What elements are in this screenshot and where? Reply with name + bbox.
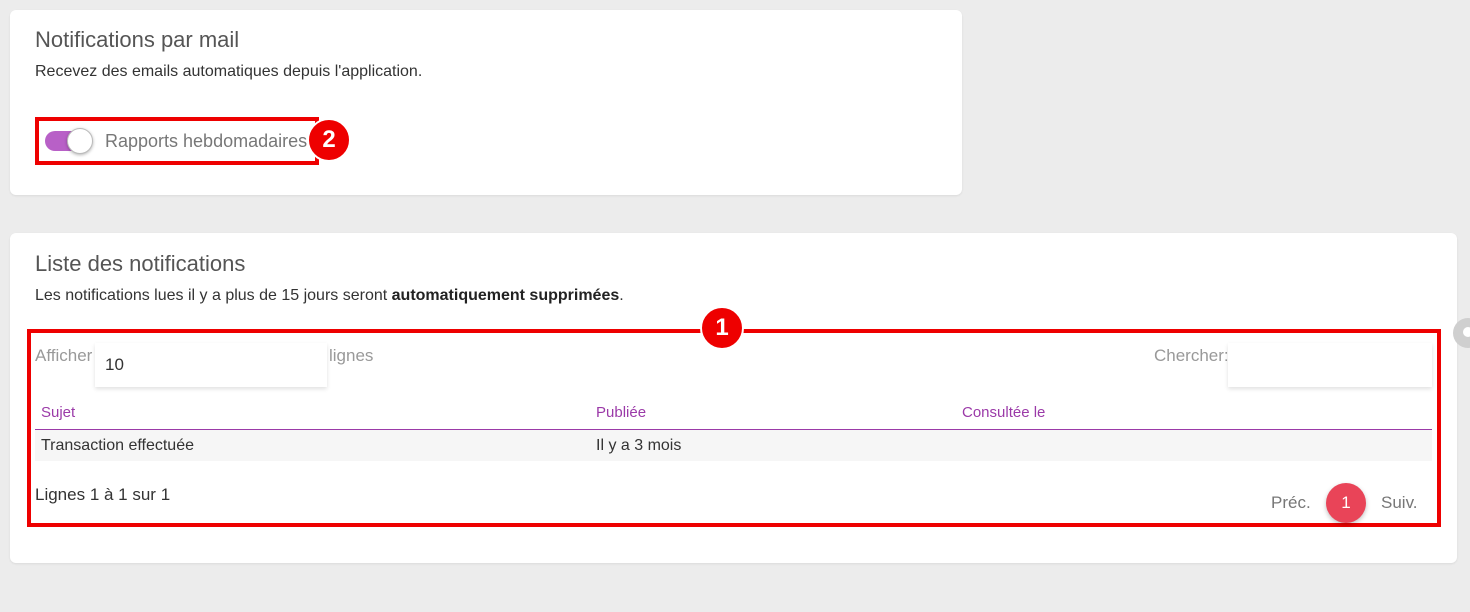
page-1-button[interactable]: 1 [1326, 483, 1366, 523]
table-row[interactable] [35, 430, 1432, 461]
annotation-box-2 [35, 117, 319, 165]
cell-published: Il y a 3 mois [596, 437, 682, 454]
list-card-title: Liste des notifications [35, 251, 246, 276]
column-header-published[interactable]: Publiée [596, 404, 646, 421]
search-label: Chercher: [1154, 346, 1229, 365]
previous-page-button[interactable]: Préc. [1271, 493, 1311, 513]
column-header-viewed[interactable]: Consultée le [962, 404, 1045, 421]
search-input[interactable] [1228, 343, 1432, 387]
next-page-button[interactable]: Suiv. [1381, 493, 1418, 513]
annotation-marker-2: 2 [307, 118, 351, 162]
show-label: Afficher [35, 346, 93, 365]
mail-card-description: Recevez des emails automatiques depuis l… [35, 63, 423, 80]
mail-card-title: Notifications par mail [35, 27, 240, 52]
column-header-subject[interactable]: Sujet [41, 404, 75, 421]
list-card-description: Les notifications lues il y a plus de 15… [35, 287, 624, 304]
page-length-select[interactable]: 10 [95, 343, 327, 387]
table-info: Lignes 1 à 1 sur 1 [35, 485, 171, 504]
annotation-marker-1: 1 [700, 306, 744, 350]
cell-subject: Transaction effectuée [41, 437, 194, 454]
rows-label: lignes [329, 346, 374, 365]
